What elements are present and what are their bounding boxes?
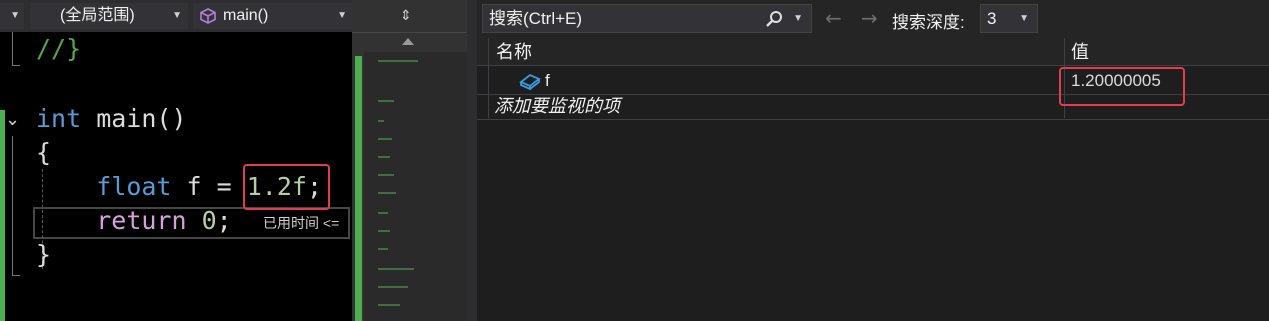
code-token: int: [36, 104, 82, 133]
collapse-chevron-icon[interactable]: ⌄: [5, 109, 20, 130]
minimap-line: [378, 174, 394, 176]
watch-window: 搜索(Ctrl+E) ▼ ← → 搜索深度: 3 ▼ 名称 值 f 1.2000…: [477, 0, 1269, 321]
value-highlight-box: [1059, 67, 1185, 106]
function-dropdown[interactable]: main() ▼: [193, 3, 353, 29]
minimap-line: [378, 156, 390, 158]
minimap-line: [378, 138, 392, 140]
minimap-line: [378, 304, 400, 306]
function-dropdown-label: main(): [223, 7, 269, 24]
code-line[interactable]: return 0;: [36, 204, 232, 238]
search-input[interactable]: 搜索(Ctrl+E) ▼: [482, 4, 812, 33]
chevron-down-icon: ▼: [10, 10, 20, 21]
minimap-divider: [352, 32, 467, 33]
search-icon[interactable]: [765, 10, 783, 28]
search-input-placeholder: 搜索(Ctrl+E): [489, 9, 583, 28]
change-margin: [0, 110, 5, 321]
splitter[interactable]: [467, 0, 477, 321]
search-depth-value: 3: [987, 9, 997, 28]
code-token: f =: [171, 172, 247, 201]
minimap-line: [378, 268, 414, 270]
code-token: {: [36, 138, 52, 167]
chevron-down-icon: ▼: [337, 10, 347, 21]
minimap-change-bar: [355, 56, 362, 321]
editor-navigation-bar: ▼ (全局范围) ▼ main() ▼: [0, 0, 355, 32]
code-line[interactable]: }: [36, 238, 51, 272]
minimap-line: [378, 192, 396, 194]
watch-row-name: f: [545, 71, 550, 90]
minimap-scrollbar[interactable]: ⇕: [352, 0, 477, 321]
project-dropdown[interactable]: ▼: [0, 3, 24, 29]
code-editor[interactable]: ⌄ //} int main(){ float f = 1.2f; return …: [0, 32, 352, 321]
minimap-line: [378, 248, 388, 250]
minimap-line: [378, 212, 388, 214]
add-watch-placeholder[interactable]: 添加要监视的项: [494, 94, 620, 119]
scroll-up-arrow-icon[interactable]: [402, 38, 414, 45]
minimap-line: [378, 230, 390, 232]
outline-bracket: [12, 136, 20, 276]
column-header-name[interactable]: 名称: [496, 38, 532, 66]
code-token: return: [96, 206, 187, 235]
search-depth-label: 搜索深度:: [892, 13, 965, 32]
literal-highlight-box: [243, 164, 330, 210]
code-token: float: [96, 172, 172, 201]
chevron-down-icon: ▼: [172, 10, 182, 21]
code-token: main(): [81, 104, 187, 133]
code-line[interactable]: //}: [36, 32, 81, 66]
method-cube-icon: [200, 8, 216, 24]
scope-dropdown-label: (全局范围): [60, 7, 135, 24]
split-handle-icon[interactable]: ⇕: [400, 8, 412, 24]
minimap-line: [378, 60, 418, 62]
variable-field-icon: [519, 73, 541, 91]
watch-grid-header: 名称 值: [477, 38, 1269, 66]
minimap-viewport: [364, 52, 468, 321]
elapsed-time-hint: 已用时间 <=: [263, 215, 340, 231]
search-forward-arrow-icon[interactable]: →: [861, 6, 878, 30]
search-back-arrow-icon[interactable]: ←: [825, 6, 842, 30]
minimap-line: [378, 286, 408, 288]
search-options-chevron-icon[interactable]: ▼: [793, 5, 803, 32]
column-header-value[interactable]: 值: [1071, 38, 1089, 66]
code-token: }: [36, 240, 52, 269]
watch-toolbar: 搜索(Ctrl+E) ▼ ← → 搜索深度: 3 ▼: [477, 0, 1269, 38]
code-line[interactable]: {: [36, 136, 51, 170]
code-token: ;: [216, 206, 232, 235]
code-line[interactable]: int main(): [36, 102, 187, 136]
minimap-line: [378, 120, 384, 122]
code-token: 0: [201, 206, 217, 235]
minimap-line: [378, 100, 394, 102]
outline-bracket: [12, 32, 20, 66]
chevron-down-icon: ▼: [1019, 13, 1029, 24]
scope-dropdown[interactable]: (全局范围) ▼: [30, 3, 188, 29]
code-token: //}: [36, 34, 82, 63]
search-depth-dropdown[interactable]: 3 ▼: [980, 4, 1038, 33]
